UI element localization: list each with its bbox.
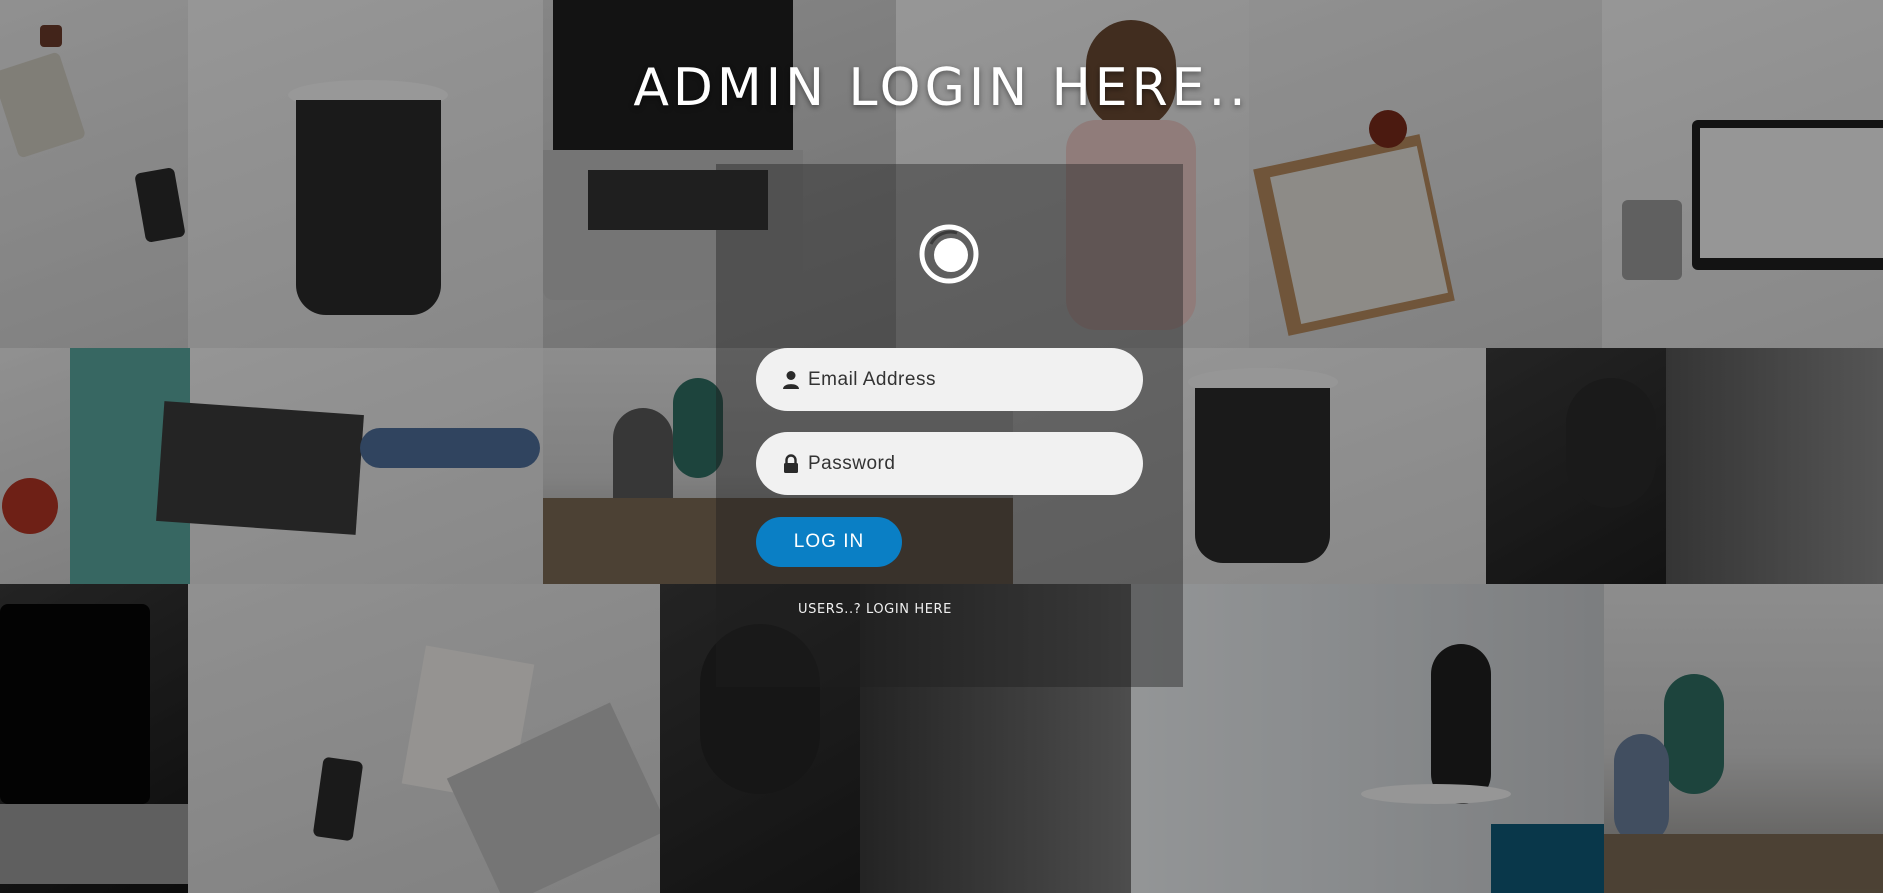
user-icon <box>783 371 799 389</box>
page-title: ADMIN LOGIN HERE.. <box>633 58 1250 118</box>
password-input[interactable] <box>808 432 1128 495</box>
email-field[interactable] <box>756 348 1143 411</box>
password-field[interactable] <box>756 432 1143 495</box>
login-page: ADMIN LOGIN HERE.. LOG IN USERS..? LOGIN… <box>0 0 1883 893</box>
user-login-link[interactable]: USERS..? LOGIN HERE <box>760 602 990 617</box>
email-input[interactable] <box>808 348 1128 411</box>
login-button[interactable]: LOG IN <box>756 517 902 567</box>
lock-icon <box>784 454 798 473</box>
circle-logo-icon <box>919 224 979 284</box>
